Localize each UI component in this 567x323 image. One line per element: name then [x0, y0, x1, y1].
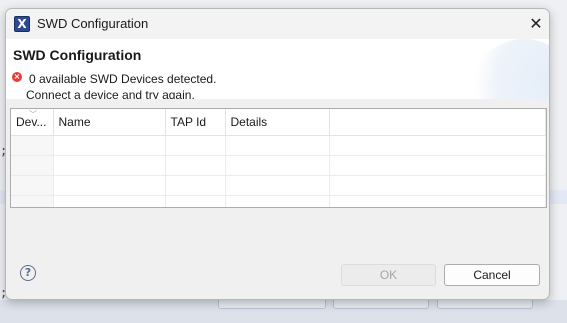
window-title: SWD Configuration [37, 16, 149, 31]
column-header-filler [329, 109, 546, 136]
error-icon: × [12, 72, 22, 82]
ok-button[interactable]: OK [341, 264, 436, 286]
app-icon: X [14, 16, 30, 32]
sort-caret-icon: ﹀ [29, 110, 37, 119]
title-bar[interactable]: X SWD Configuration ✕ [6, 9, 549, 39]
error-message: 0 available SWD Devices detected. [29, 72, 217, 86]
banner-graphic [469, 39, 549, 99]
cancel-button[interactable]: Cancel [444, 264, 540, 286]
column-header-details[interactable]: Details [225, 109, 330, 136]
column-header-tap-id[interactable]: TAP Id [165, 109, 226, 136]
table-row [11, 175, 546, 196]
table-row [11, 135, 546, 156]
table-row [11, 155, 546, 176]
close-icon[interactable]: ✕ [525, 13, 547, 35]
dialog-header: SWD Configuration × 0 available SWD Devi… [6, 39, 549, 99]
error-hint: Connect a device and try again. [26, 88, 195, 99]
help-icon[interactable]: ? [20, 265, 36, 281]
swd-configuration-dialog: X SWD Configuration ✕ SWD Configuration … [5, 8, 550, 300]
table-row [11, 195, 546, 207]
devices-table[interactable]: ﹀ Dev... Name TAP Id Details [10, 108, 547, 208]
column-header-name[interactable]: Name [53, 109, 166, 136]
page-title: SWD Configuration [13, 47, 142, 63]
